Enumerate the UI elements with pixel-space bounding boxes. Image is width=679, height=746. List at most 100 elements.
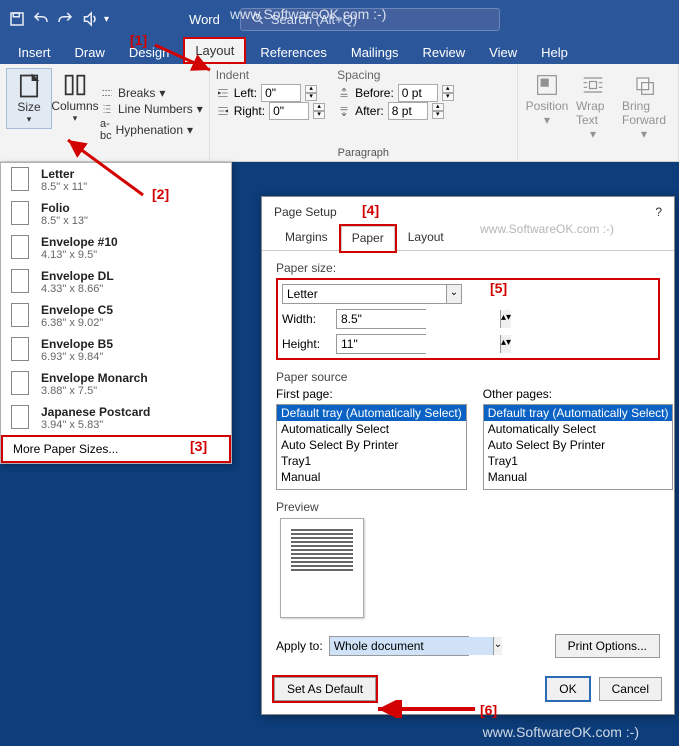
size-option[interactable]: Envelope #104.13" x 9.5" (1, 231, 231, 265)
paper-size-value[interactable] (283, 285, 446, 303)
width-label: Width: (282, 312, 330, 326)
size-button[interactable]: Size ▾ (6, 68, 52, 129)
ribbon-tabs: Insert Draw Design Layout References Mai… (0, 38, 679, 64)
space-after-input[interactable] (388, 102, 428, 120)
indent-right[interactable]: Right: ▴▾ (216, 102, 325, 120)
tray-option[interactable]: Tray1 (277, 453, 466, 469)
paragraph-label: Paragraph (216, 145, 511, 159)
width-input[interactable] (337, 310, 500, 328)
chevron-down-icon[interactable]: ⌄ (446, 285, 461, 303)
bring-forward-button[interactable]: Bring Forward▾ (616, 68, 672, 159)
page-size-icon (15, 72, 43, 100)
chevron-down-icon: ▾ (73, 113, 78, 124)
indent-left[interactable]: Left: ▴▾ (216, 84, 325, 102)
tab-layout[interactable]: Layout (183, 37, 246, 64)
apply-to-label: Apply to: (276, 639, 323, 653)
undo-icon[interactable] (32, 10, 50, 28)
watermark: www.SoftwareOK.com :-) (230, 6, 386, 22)
tray-option[interactable]: Default tray (Automatically Select) (484, 405, 673, 421)
size-option[interactable]: Letter8.5" x 11" (1, 163, 231, 197)
indent-right-icon (216, 104, 230, 118)
tray-option[interactable]: Automatically Select (277, 421, 466, 437)
spinner-icon[interactable]: ▴▾ (500, 335, 511, 353)
cancel-button[interactable]: Cancel (599, 677, 662, 701)
tray-option[interactable]: Automatically Select (484, 421, 673, 437)
tab-mailings[interactable]: Mailings (341, 41, 409, 64)
indent-left-icon (216, 86, 230, 100)
other-pages-label: Other pages: (483, 387, 674, 401)
tray-option[interactable]: Auto Select By Printer (277, 437, 466, 453)
size-option[interactable]: Envelope C56.38" x 9.02" (1, 299, 231, 333)
print-options-button[interactable]: Print Options... (555, 634, 660, 658)
size-dropdown: Letter8.5" x 11"Folio8.5" x 13"Envelope … (0, 162, 232, 464)
dlg-tab-margins[interactable]: Margins (274, 225, 339, 250)
space-before-input[interactable] (398, 84, 438, 102)
position-icon (533, 71, 561, 99)
size-option[interactable]: Envelope Monarch3.88" x 7.5" (1, 367, 231, 401)
ok-button[interactable]: OK (545, 676, 590, 702)
page-setup-group: Size ▾ Columns ▾ Breaks ▾ Line Numbers ▾… (0, 64, 210, 161)
other-pages-listbox[interactable]: Default tray (Automatically Select)Autom… (483, 404, 674, 490)
size-option[interactable]: Envelope B56.93" x 9.84" (1, 333, 231, 367)
size-option[interactable]: Japanese Postcard3.94" x 5.83" (1, 401, 231, 435)
tab-insert[interactable]: Insert (8, 41, 61, 64)
paper-size-combo[interactable]: ⌄ (282, 284, 462, 304)
tray-option[interactable]: Tray1 (484, 453, 673, 469)
height-spinner[interactable]: ▴▾ (336, 334, 426, 354)
tab-review[interactable]: Review (413, 41, 476, 64)
hyphenation-button[interactable]: a-bcHyphenation ▾ (100, 117, 203, 143)
size-list[interactable]: Letter8.5" x 11"Folio8.5" x 13"Envelope … (1, 163, 231, 435)
spinner[interactable]: ▴▾ (432, 103, 444, 119)
spinner[interactable]: ▴▾ (442, 85, 454, 101)
columns-icon (61, 71, 89, 99)
columns-button[interactable]: Columns ▾ (52, 68, 98, 129)
position-button[interactable]: Position▾ (524, 68, 570, 159)
first-page-label: First page: (276, 387, 467, 401)
apply-to-combo[interactable]: ⌄ (329, 636, 469, 656)
spinner[interactable]: ▴▾ (305, 85, 317, 101)
tab-view[interactable]: View (479, 41, 527, 64)
indent-right-input[interactable] (269, 102, 309, 120)
tray-option[interactable]: Default tray (Automatically Select) (277, 405, 466, 421)
breaks-button[interactable]: Breaks ▾ (100, 85, 203, 101)
page-setup-dialog: Page Setup ? Margins Paper Layout Paper … (261, 196, 675, 715)
paper-size-label: Paper size: (276, 261, 660, 275)
apply-to-value[interactable] (330, 637, 493, 655)
tray-option[interactable]: Auto Select By Printer (484, 437, 673, 453)
app-title: Word (189, 12, 220, 27)
size-option[interactable]: Envelope DL4.33" x 8.66" (1, 265, 231, 299)
spinner[interactable]: ▴▾ (313, 103, 325, 119)
wrap-text-button[interactable]: Wrap Text▾ (570, 68, 616, 159)
dialog-help[interactable]: ? (655, 205, 662, 219)
space-before[interactable]: Before: ▴▾ (337, 84, 454, 102)
tab-references[interactable]: References (250, 41, 336, 64)
set-as-default-button[interactable]: Set As Default (274, 677, 376, 701)
ribbon: Size ▾ Columns ▾ Breaks ▾ Line Numbers ▾… (0, 64, 679, 162)
arrange-group: Position▾ Wrap Text▾ Bring Forward▾ (518, 64, 679, 161)
spinner-icon[interactable]: ▴▾ (500, 310, 511, 328)
tray-option[interactable]: Manual (277, 469, 466, 485)
first-page-listbox[interactable]: Default tray (Automatically Select)Autom… (276, 404, 467, 490)
dialog-title: Page Setup (274, 205, 337, 219)
chevron-down-icon[interactable]: ⌄ (493, 637, 502, 655)
indent-left-input[interactable] (261, 84, 301, 102)
space-after[interactable]: After: ▴▾ (337, 102, 454, 120)
read-aloud-icon[interactable] (80, 10, 98, 28)
save-icon[interactable] (8, 10, 26, 28)
tab-help[interactable]: Help (531, 41, 578, 64)
more-paper-sizes[interactable]: More Paper Sizes... (1, 435, 231, 463)
tray-option[interactable]: Manual (484, 469, 673, 485)
qat-more-icon[interactable]: ▾ (104, 14, 109, 25)
dlg-tab-layout[interactable]: Layout (397, 225, 455, 250)
bring-forward-icon (630, 71, 658, 99)
height-label: Height: (282, 337, 330, 351)
tab-draw[interactable]: Draw (65, 41, 115, 64)
dlg-tab-paper[interactable]: Paper (341, 226, 395, 251)
height-input[interactable] (337, 335, 500, 353)
size-option[interactable]: Folio8.5" x 13" (1, 197, 231, 231)
width-spinner[interactable]: ▴▾ (336, 309, 426, 329)
tab-design[interactable]: Design (119, 41, 179, 64)
redo-icon[interactable] (56, 10, 74, 28)
line-numbers-button[interactable]: Line Numbers ▾ (100, 101, 203, 117)
paper-source-label: Paper source (276, 370, 660, 384)
